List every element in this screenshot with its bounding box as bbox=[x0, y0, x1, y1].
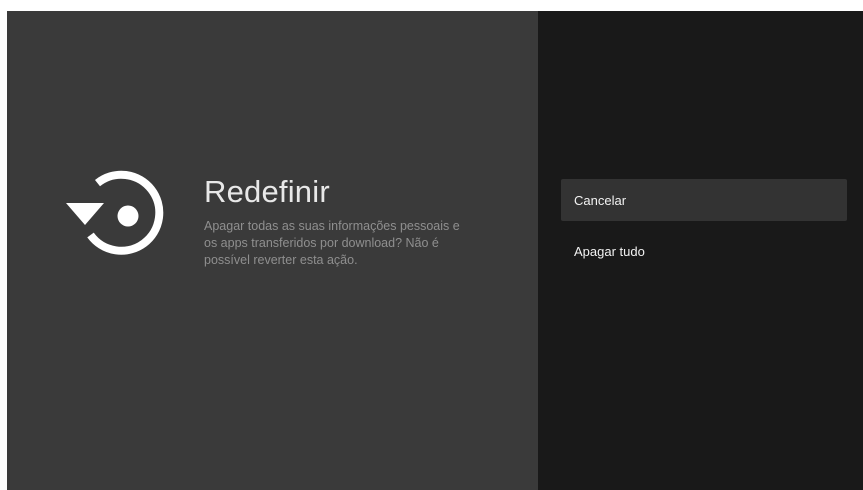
cancel-button-label: Cancelar bbox=[574, 192, 627, 208]
guidance-panel: Redefinir Apagar todas as suas informaçõ… bbox=[7, 11, 538, 490]
dialog-title: Redefinir bbox=[204, 174, 330, 209]
erase-all-button[interactable]: Apagar tudo bbox=[561, 230, 847, 272]
actions-panel: Cancelar Apagar tudo bbox=[538, 11, 863, 490]
reset-icon bbox=[66, 170, 164, 255]
reset-dialog-screen: Redefinir Apagar todas as suas informaçõ… bbox=[7, 11, 863, 490]
erase-all-button-label: Apagar tudo bbox=[574, 243, 645, 259]
cancel-button[interactable]: Cancelar bbox=[561, 179, 847, 221]
dialog-description: Apagar todas as suas informações pessoai… bbox=[204, 219, 460, 267]
